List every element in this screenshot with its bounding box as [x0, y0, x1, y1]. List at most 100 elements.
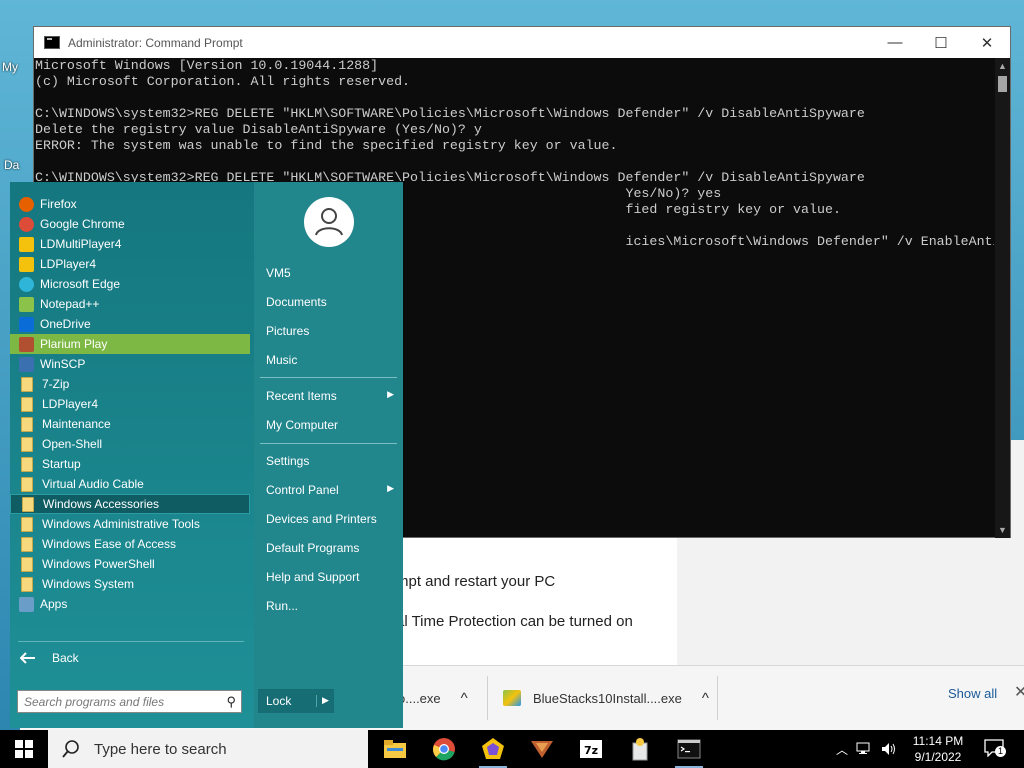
notification-center-button[interactable]: 1 — [984, 739, 1006, 758]
program-item[interactable]: Maintenance — [10, 414, 250, 434]
download-separator — [487, 676, 488, 720]
taskbar-7zip-icon[interactable]: 7z — [577, 735, 605, 763]
places-item[interactable]: Recent Items ▶ — [266, 389, 394, 403]
program-item[interactable]: Open-Shell — [10, 434, 250, 454]
places-item[interactable]: VM5 — [266, 266, 394, 280]
taskbar-plarium-icon[interactable] — [528, 735, 556, 763]
article-text-line-2: al Time Protection can be turned on — [396, 613, 633, 630]
edge-icon — [19, 276, 34, 292]
download-chevron-icon[interactable]: ^ — [461, 690, 468, 707]
cmd-titlebar[interactable]: Administrator: Command Prompt — ☐ ✕ — [34, 27, 1010, 58]
places-item[interactable]: My Computer — [266, 418, 394, 432]
places-item-label: Recent Items — [266, 389, 337, 403]
minimize-button[interactable]: — — [872, 27, 918, 58]
show-hidden-icons-chevron-icon[interactable]: ︿ — [836, 741, 848, 758]
download-item-name: o....exe — [398, 690, 441, 706]
download-item-1[interactable]: o....exe ^ — [398, 666, 468, 730]
taskbar-installer-icon[interactable] — [626, 735, 654, 763]
back-button[interactable]: Back — [20, 651, 79, 665]
program-item[interactable]: Virtual Audio Cable — [10, 474, 250, 494]
program-label: Microsoft Edge — [40, 277, 121, 291]
program-label: Firefox — [40, 197, 77, 211]
places-item[interactable]: Help and Support — [266, 570, 394, 584]
cmd-scrollbar[interactable]: ▲ ▼ — [995, 58, 1010, 538]
places-item[interactable]: Music — [266, 353, 394, 367]
lock-button[interactable]: Lock ▶ — [258, 689, 334, 713]
search-icon — [62, 740, 79, 758]
taskbar-chrome-icon[interactable] — [430, 735, 458, 763]
scroll-up-icon[interactable]: ▲ — [995, 58, 1010, 74]
start-button[interactable] — [0, 730, 48, 768]
start-search-input[interactable]: Search programs and files ⚲ — [17, 690, 242, 713]
lock-label: Lock — [266, 694, 292, 708]
program-item[interactable]: Windows PowerShell — [10, 554, 250, 574]
places-item-label: Help and Support — [266, 570, 360, 584]
program-item[interactable]: Firefox — [10, 194, 250, 214]
program-item[interactable]: LDMultiPlayer4 — [10, 234, 250, 254]
divider — [18, 641, 244, 642]
folder-icon — [21, 556, 33, 572]
desktop-icon-label-my[interactable]: My — [2, 60, 18, 74]
program-item[interactable]: OneDrive — [10, 314, 250, 334]
close-download-bar-icon[interactable]: ✕ — [1014, 682, 1024, 702]
taskbar-ldplayer-icon[interactable] — [479, 735, 507, 768]
close-button[interactable]: ✕ — [964, 27, 1010, 58]
program-label: Virtual Audio Cable — [42, 477, 144, 491]
maximize-button[interactable]: ☐ — [918, 27, 964, 58]
program-item[interactable]: Microsoft Edge — [10, 274, 250, 294]
places-item-label: Run... — [266, 599, 299, 613]
article-text-line-1: mpt and restart your PC — [396, 573, 556, 590]
desktop-icon-label-da[interactable]: Da — [4, 158, 19, 172]
taskbar: Type here to search 7z ︿ 11:14 PM 9/1/20… — [0, 730, 1024, 768]
program-item[interactable]: Windows Administrative Tools — [10, 514, 250, 534]
folder-icon — [21, 376, 33, 392]
taskbar-file-explorer-icon[interactable] — [381, 735, 409, 763]
submenu-arrow-icon: ▶ — [387, 389, 394, 399]
notification-count-badge: 1 — [995, 746, 1006, 757]
program-item[interactable]: 7-Zip — [10, 374, 250, 394]
download-chevron-icon[interactable]: ^ — [702, 690, 709, 707]
search-placeholder: Search programs and files — [24, 695, 165, 709]
volume-icon[interactable] — [880, 741, 898, 757]
program-label: Maintenance — [42, 417, 111, 431]
program-item[interactable]: Apps — [10, 594, 250, 614]
scroll-down-icon[interactable]: ▼ — [995, 522, 1010, 538]
download-item-2[interactable]: BlueStacks10Install....exe ^ — [503, 666, 709, 730]
program-item[interactable]: LDPlayer4 — [10, 254, 250, 274]
show-all-downloads-link[interactable]: Show all — [948, 686, 997, 701]
program-item[interactable]: Notepad++ — [10, 294, 250, 314]
program-label: LDPlayer4 — [42, 397, 99, 411]
lock-options-arrow-icon[interactable]: ▶ — [316, 695, 329, 707]
search-icon[interactable]: ⚲ — [226, 694, 236, 710]
program-item[interactable]: LDPlayer4 — [10, 394, 250, 414]
scrollbar-thumb[interactable] — [998, 76, 1007, 92]
program-item[interactable]: Startup — [10, 454, 250, 474]
places-item[interactable]: Run... — [266, 599, 394, 613]
places-item[interactable]: Control Panel ▶ — [266, 483, 394, 497]
taskbar-command-prompt-icon[interactable] — [675, 735, 703, 768]
program-item[interactable]: Windows System — [10, 574, 250, 594]
user-avatar[interactable] — [304, 197, 354, 247]
places-item[interactable]: Default Programs — [266, 541, 394, 555]
program-label: 7-Zip — [42, 377, 70, 391]
console-line: ERROR: The system was unable to find the… — [35, 138, 618, 153]
program-item[interactable]: Plarium Play — [10, 334, 250, 354]
places-item-label: Control Panel — [266, 483, 339, 497]
program-label: LDPlayer4 — [40, 257, 97, 271]
taskbar-clock[interactable]: 11:14 PM 9/1/2022 — [900, 733, 976, 765]
program-item[interactable]: Windows Accessories — [10, 494, 250, 514]
network-icon[interactable] — [856, 741, 874, 757]
places-item[interactable]: Pictures — [266, 324, 394, 338]
program-item[interactable]: WinSCP — [10, 354, 250, 374]
back-label: Back — [52, 651, 79, 665]
svg-text:7z: 7z — [584, 744, 598, 757]
bluestacks-icon — [503, 690, 521, 706]
places-item[interactable]: Settings — [266, 454, 394, 468]
start-menu: Firefox Google Chrome LDMultiPlayer4 LDPlay… — [10, 182, 403, 728]
taskbar-search-box[interactable]: Type here to search — [48, 730, 368, 768]
program-item[interactable]: Windows Ease of Access — [10, 534, 250, 554]
places-item[interactable]: Documents — [266, 295, 394, 309]
places-item[interactable]: Devices and Printers — [266, 512, 394, 526]
program-item[interactable]: Google Chrome — [10, 214, 250, 234]
